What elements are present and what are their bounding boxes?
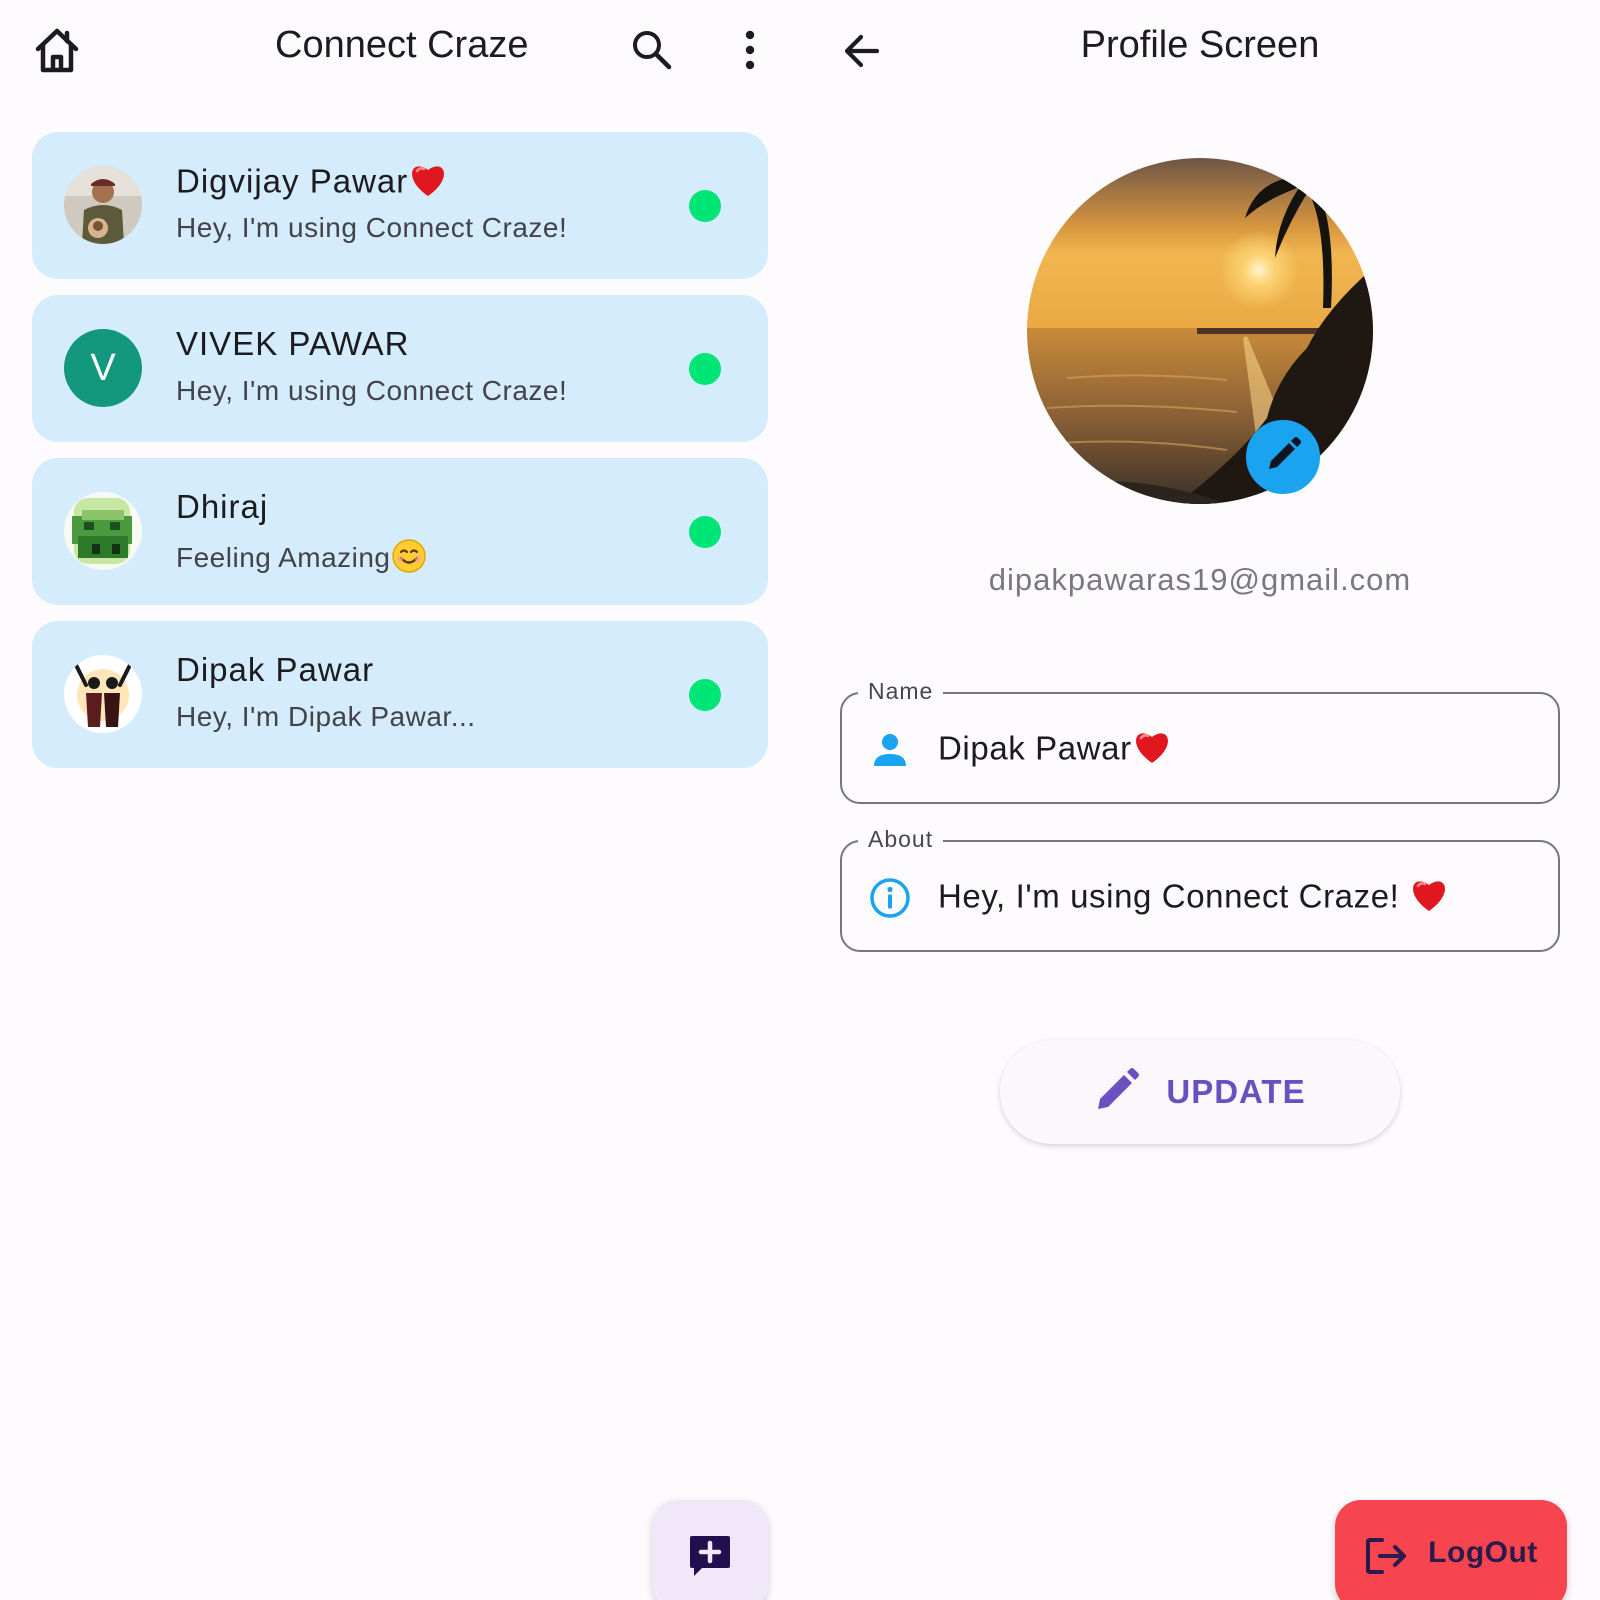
about-field-label: About xyxy=(858,826,944,853)
update-button[interactable]: UPDATE xyxy=(1000,1040,1400,1144)
logout-button[interactable]: LogOut xyxy=(1335,1500,1567,1600)
avatar xyxy=(64,492,142,570)
profile-photo xyxy=(1027,158,1373,504)
contact-name: Digvijay Pawar xyxy=(176,162,448,206)
profile-screen: Profile Screen dipakpawaras19@gmail.com … xyxy=(800,0,1600,1600)
info-icon xyxy=(868,876,912,920)
edit-icon xyxy=(1094,1067,1140,1118)
heart-emoji xyxy=(408,162,448,206)
online-indicator xyxy=(689,353,721,385)
online-indicator xyxy=(689,190,721,222)
home-icon[interactable] xyxy=(30,24,84,76)
name-input[interactable]: Dipak Pawar xyxy=(938,729,1172,773)
name-field[interactable]: Name Dipak Pawar xyxy=(840,678,1560,804)
logout-label: LogOut xyxy=(1428,1536,1538,1569)
chat-card[interactable]: Dhiraj Feeling Amazing xyxy=(32,458,768,605)
contact-name: VIVEK PAWAR xyxy=(176,325,410,362)
heart-emoji xyxy=(1409,877,1449,921)
person-icon xyxy=(868,728,912,772)
smile-emoji xyxy=(391,538,427,581)
profile-title: Profile Screen xyxy=(1080,24,1320,66)
edit-photo-button[interactable] xyxy=(1246,420,1320,494)
online-indicator xyxy=(689,679,721,711)
app-title: Connect Craze xyxy=(275,24,529,66)
about-input[interactable]: Hey, I'm using Connect Craze! xyxy=(938,877,1449,921)
search-icon[interactable] xyxy=(628,26,676,74)
contact-name: Dhiraj xyxy=(176,488,269,525)
update-label: UPDATE xyxy=(1166,1073,1306,1110)
avatar xyxy=(64,166,142,244)
edit-icon xyxy=(1263,435,1303,480)
profile-app-bar: Profile Screen xyxy=(800,0,1600,100)
contact-about: Feeling Amazing xyxy=(176,538,427,581)
more-vert-icon[interactable] xyxy=(726,26,774,74)
online-indicator xyxy=(689,516,721,548)
chat-card[interactable]: Digvijay Pawar Hey, I'm using Connect Cr… xyxy=(32,132,768,279)
add-comment-icon xyxy=(688,1534,732,1583)
profile-email: dipakpawaras19@gmail.com xyxy=(988,562,1412,597)
heart-emoji xyxy=(1132,729,1172,773)
home-screen: Connect Craze Digvijay Pawar Hey, I'm us… xyxy=(0,0,800,1600)
name-field-label: Name xyxy=(858,678,944,705)
contact-name: Dipak Pawar xyxy=(176,651,375,688)
new-chat-fab[interactable] xyxy=(652,1500,768,1600)
logout-icon xyxy=(1364,1536,1408,1581)
contact-about: Hey, I'm using Connect Craze! xyxy=(176,375,568,406)
avatar xyxy=(64,655,142,733)
chat-card[interactable]: V VIVEK PAWAR Hey, I'm using Connect Cra… xyxy=(32,295,768,442)
avatar: V xyxy=(64,329,142,407)
home-app-bar: Connect Craze xyxy=(0,0,800,100)
contact-about: Hey, I'm using Connect Craze! xyxy=(176,212,568,243)
chat-card[interactable]: Dipak Pawar Hey, I'm Dipak Pawar... xyxy=(32,621,768,768)
about-field[interactable]: About Hey, I'm using Connect Craze! xyxy=(840,826,1560,952)
contact-about: Hey, I'm Dipak Pawar... xyxy=(176,701,476,732)
